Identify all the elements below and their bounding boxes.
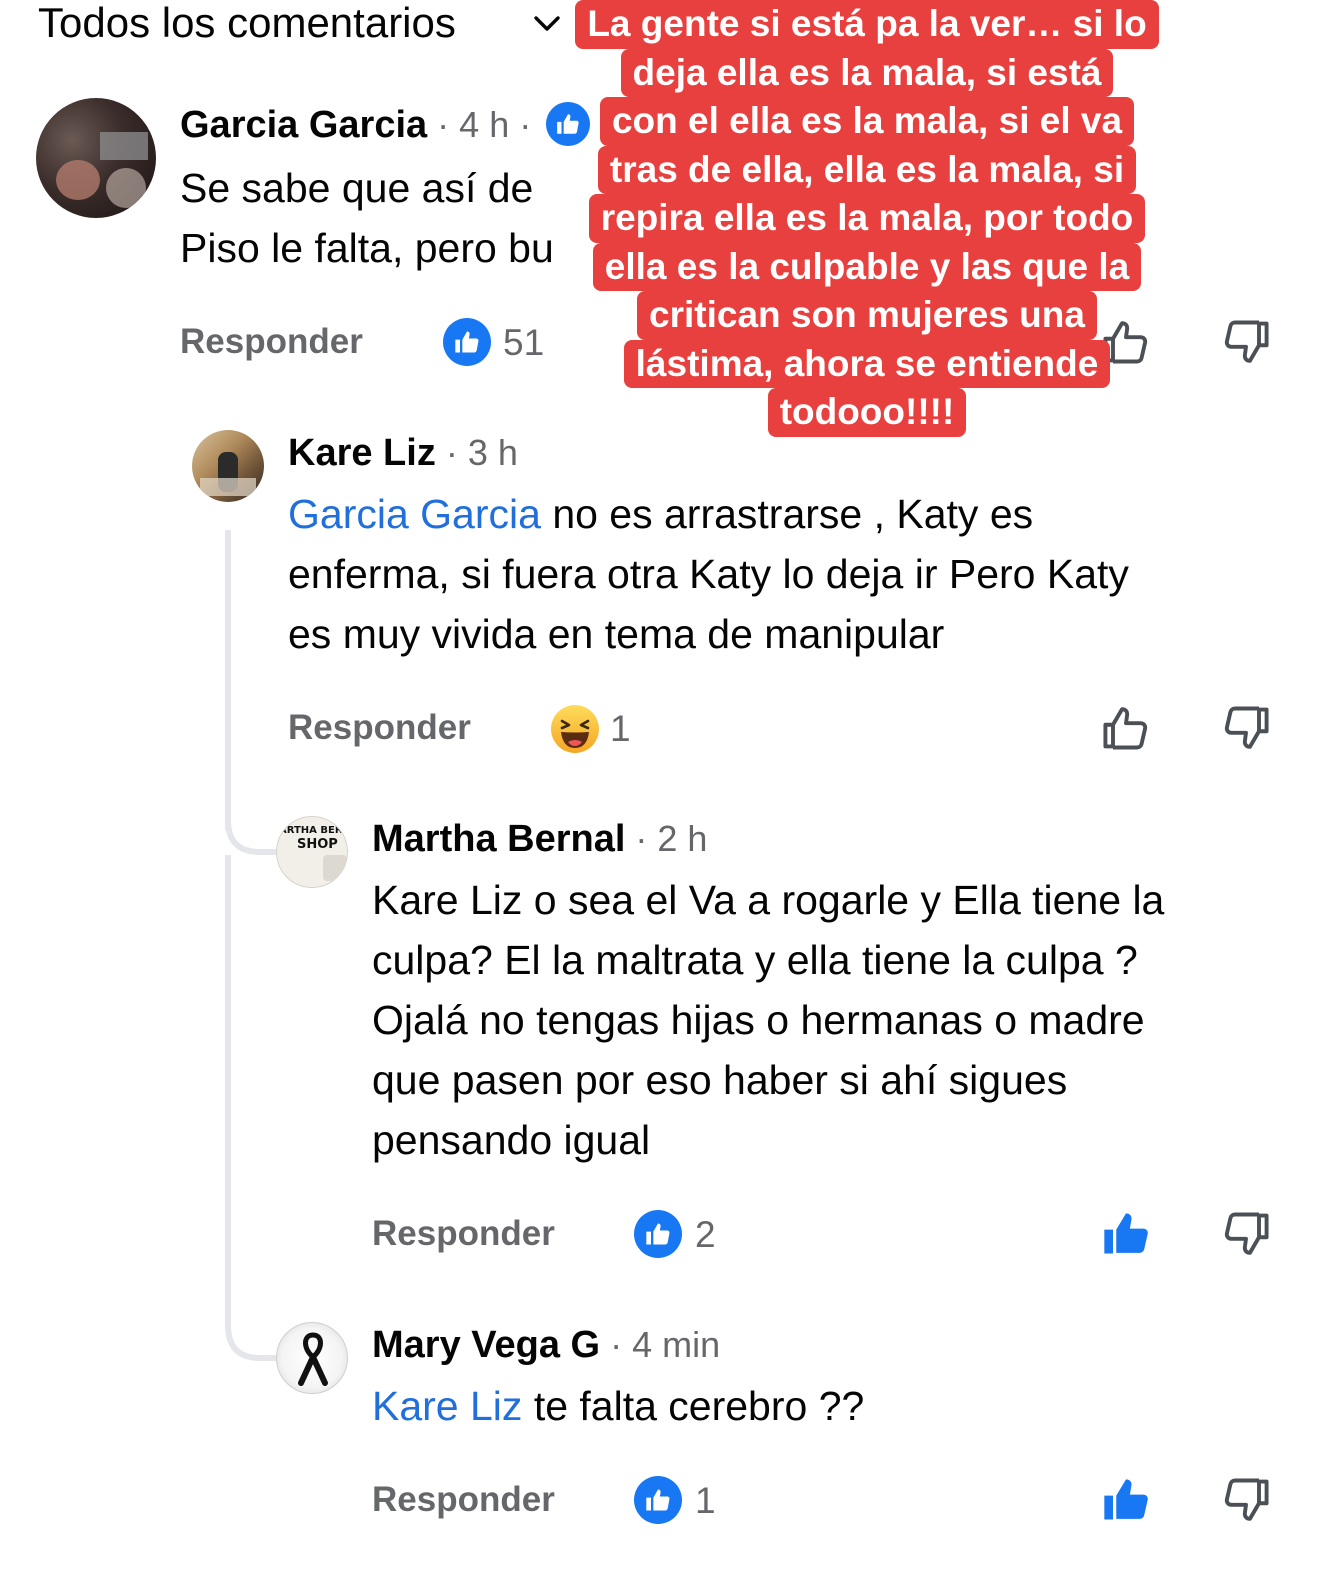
comment-text-line: Se sabe que así de: [180, 165, 534, 211]
dislike-icon[interactable]: [1220, 316, 1272, 368]
like-badge-icon[interactable]: [443, 318, 491, 366]
like-icon[interactable]: [1100, 702, 1152, 754]
overlay-text-line: tras de ella, ella es la mala, si: [597, 145, 1137, 194]
like-badge-icon[interactable]: [634, 1210, 682, 1258]
comment-author[interactable]: Kare Liz: [288, 432, 436, 474]
avatar[interactable]: ARTHA BERN SHOP: [276, 816, 348, 888]
reply-button[interactable]: Responder: [372, 1214, 555, 1254]
separator: ·: [435, 432, 468, 473]
avatar-shop-text: ARTHA BERN: [279, 825, 348, 836]
thread-line: [225, 530, 231, 830]
dislike-icon[interactable]: [1220, 1208, 1272, 1260]
comment-text-line: Ojalá no tengas hijas o hermanas o madre: [372, 997, 1145, 1043]
comment-time[interactable]: 2 h: [657, 818, 707, 859]
comment-text-line: culpa? El la maltrata y ella tiene la cu…: [372, 937, 1138, 983]
overlay-text-line: critican son mujeres una: [637, 291, 1097, 340]
comment-author[interactable]: Garcia Garcia: [180, 104, 427, 146]
thread-line: [225, 855, 231, 1325]
like-icon-active[interactable]: [1100, 1208, 1152, 1260]
comment-text-line: que pasen por eso haber si ahí sigues: [372, 1057, 1068, 1103]
overlay-text-line: deja ella es la mala, si está: [620, 48, 1114, 97]
text-overlay: La gente si está pa la ver… si lo deja e…: [572, 0, 1162, 437]
comment-text-line: pensando igual: [372, 1117, 651, 1163]
comment-author[interactable]: Martha Bernal: [372, 818, 625, 860]
comment-time[interactable]: 4 h: [459, 104, 509, 145]
like-icon-active[interactable]: [1100, 1474, 1152, 1526]
like-badge-icon[interactable]: [634, 1476, 682, 1524]
separator: ·: [625, 818, 658, 859]
overlay-text-line: lástima, ahora se entiende: [623, 339, 1111, 388]
reaction-count[interactable]: 51: [503, 322, 544, 364]
comment-time[interactable]: 4 min: [632, 1324, 720, 1365]
avatar[interactable]: [276, 1322, 348, 1394]
ribbon-icon: [298, 1332, 328, 1386]
avatar[interactable]: [192, 430, 264, 502]
mention-link[interactable]: Garcia Garcia: [288, 491, 541, 537]
separator: ·: [427, 104, 460, 145]
reaction-count[interactable]: 1: [610, 708, 631, 750]
chevron-down-icon[interactable]: [530, 6, 564, 40]
separator: ·: [509, 104, 532, 145]
overlay-text-line: repira ella es la mala, por todo: [588, 194, 1146, 243]
comment-text-line: es muy vivida en tema de manipular: [288, 611, 945, 657]
comment-author[interactable]: Mary Vega G: [372, 1324, 600, 1366]
comment-time[interactable]: 3 h: [468, 432, 518, 473]
comment-text-line: Kare Liz o sea el Va a rogarle y Ella ti…: [372, 877, 1165, 923]
dislike-icon[interactable]: [1220, 702, 1272, 754]
comment-text-line: enferma, si fuera otra Katy lo deja ir P…: [288, 551, 1129, 597]
overlay-text-line: ella es la culpable y las que la: [592, 242, 1142, 291]
comment-text-line: Piso le falta, pero bu: [180, 225, 554, 271]
reaction-count[interactable]: 2: [695, 1214, 716, 1256]
comment-text: te falta cerebro ??: [522, 1383, 865, 1429]
haha-emoji-icon[interactable]: [550, 704, 600, 754]
reply-button[interactable]: Responder: [372, 1480, 555, 1520]
comments-filter-title[interactable]: Todos los comentarios: [38, 0, 456, 46]
avatar[interactable]: [36, 98, 156, 218]
overlay-text-line: con el ella es la mala, si el va: [599, 97, 1135, 146]
avatar-shop-text: SHOP: [297, 837, 338, 852]
reply-button[interactable]: Responder: [288, 708, 471, 748]
reaction-count[interactable]: 1: [695, 1480, 716, 1522]
reply-button[interactable]: Responder: [180, 322, 363, 362]
overlay-text-line: La gente si está pa la ver… si lo: [575, 0, 1159, 49]
dislike-icon[interactable]: [1220, 1474, 1272, 1526]
mention-link[interactable]: Kare Liz: [372, 1383, 522, 1429]
overlay-text-line: todooo!!!!: [767, 388, 967, 437]
comment-text: no es arrastrarse , Katy es: [540, 491, 1034, 537]
separator: ·: [600, 1324, 633, 1365]
